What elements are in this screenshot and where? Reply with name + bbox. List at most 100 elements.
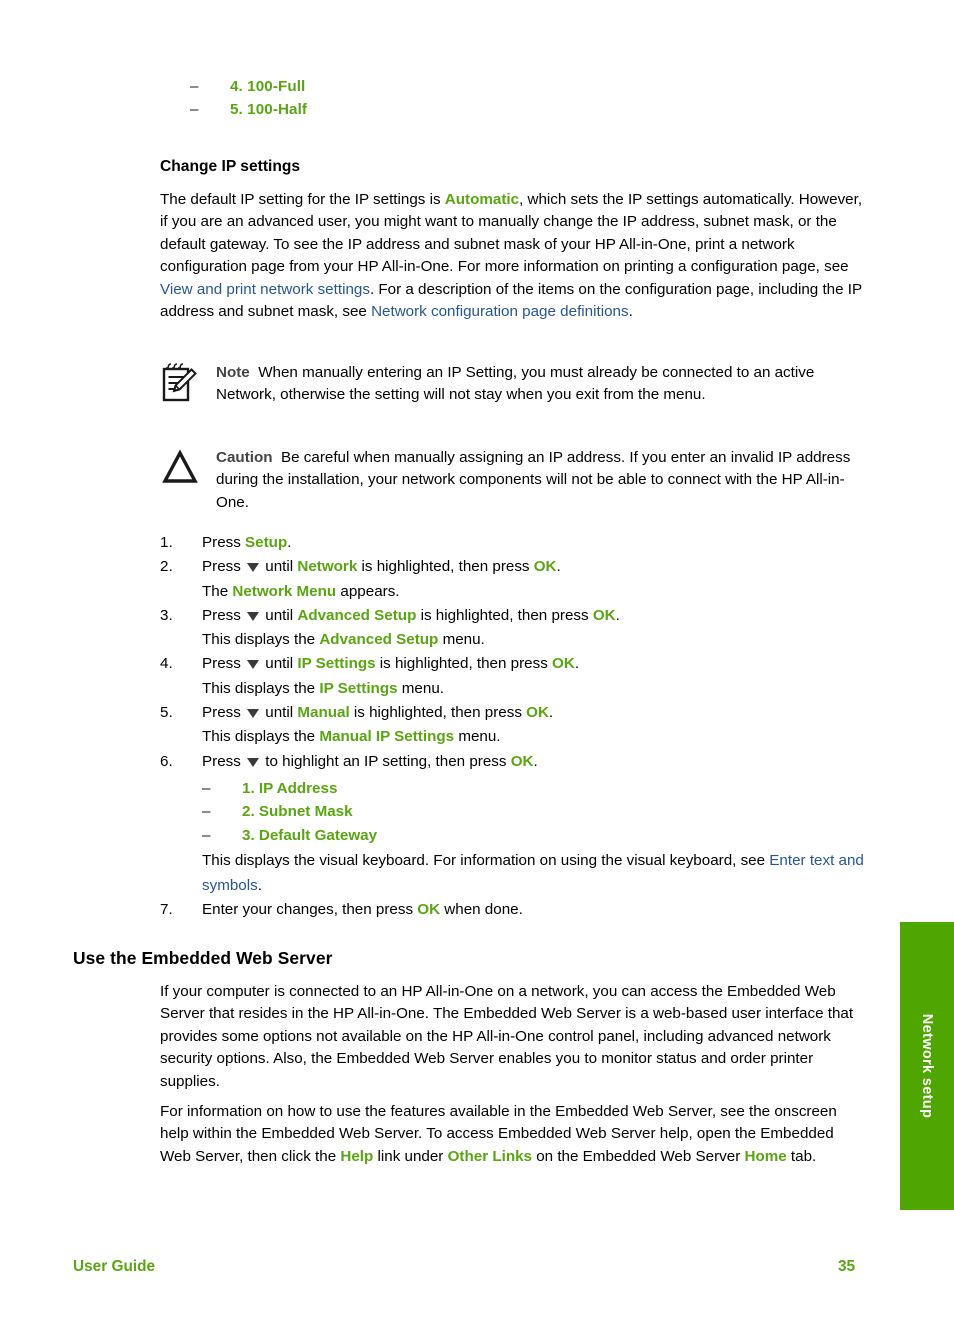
note-text: When manually entering an IP Setting, yo… [216, 364, 815, 404]
text-run: . [556, 558, 561, 576]
text-run: until [261, 606, 298, 624]
step-result-text: This displays the IP Settings menu. [202, 677, 872, 701]
down-arrow-icon [247, 563, 260, 573]
ui-term: OK [533, 558, 557, 576]
ui-term: OK [510, 752, 534, 770]
text-run: is highlighted, then press [416, 606, 593, 624]
list-item: – 4. 100-Full [190, 78, 790, 101]
caution-text: Be careful when manually assigning an IP… [216, 449, 851, 511]
text-run: Press [202, 752, 246, 770]
step-result-text: This displays the Advanced Setup menu. [202, 628, 872, 652]
text-run: is highlighted, then press [357, 558, 534, 576]
step-result-text: This displays the Manual IP Settings men… [202, 725, 872, 749]
ui-term-other-links: Other Links [447, 1147, 532, 1165]
caution-admonition: Caution Be careful when manually assigni… [160, 447, 872, 514]
down-arrow-icon [247, 611, 260, 621]
procedure-step: 6. Press to highlight an IP setting, then… [160, 750, 872, 898]
dash-bullet-icon: – [190, 101, 199, 118]
text-run: link under [373, 1147, 448, 1165]
list-item: – 2. Subnet Mask [202, 800, 872, 824]
text-run: This displays the [202, 631, 320, 649]
procedure-step: 2. Press until Network is highlighted, th… [160, 555, 872, 604]
side-tab-network-setup: Network setup [900, 922, 954, 1210]
step-body: Press Setup. [202, 531, 872, 555]
step-text: Press until IP Settings is highlighted, … [202, 652, 872, 676]
text-run: Press [202, 534, 246, 551]
text-run: . [574, 655, 580, 673]
option-label: 5. 100-Half [230, 101, 308, 118]
text-run: until [261, 558, 298, 576]
step-body: Press until Advanced Setup is highlighte… [202, 604, 872, 653]
footer-page-number: 35 [838, 1258, 856, 1275]
text-run: Press [202, 704, 246, 722]
ui-term: Manual IP Settings [319, 728, 455, 746]
text-run: until [261, 655, 298, 673]
step-number: 4. [160, 655, 173, 673]
note-admonition: Note When manually entering an IP Settin… [160, 362, 872, 410]
down-arrow-icon [247, 757, 260, 767]
dash-bullet-icon: – [202, 803, 211, 821]
step-text: Enter your changes, then press OK when d… [202, 898, 872, 922]
document-page: – 4. 100-Full – 5. 100-Half Change IP se… [0, 0, 954, 1321]
text-run: . [533, 752, 538, 770]
step-number: 2. [160, 558, 173, 576]
ui-term-help: Help [340, 1147, 374, 1165]
text-run: Enter your changes, then press [202, 901, 418, 919]
text-run: when done. [440, 901, 523, 919]
down-arrow-icon [247, 660, 260, 670]
ui-term: Advanced Setup [319, 631, 439, 649]
text-run: is highlighted, then press [375, 655, 553, 673]
list-item: – 1. IP Address [202, 777, 872, 801]
ui-term: Manual [297, 704, 350, 722]
caution-body: Caution Be careful when manually assigni… [216, 447, 872, 514]
step-note-text: This displays the visual keyboard. For i… [202, 849, 872, 898]
dash-bullet-icon: – [202, 826, 211, 844]
text-run: This displays the visual keyboard. For i… [202, 852, 770, 870]
down-arrow-icon [247, 709, 260, 719]
dash-bullet-icon: – [202, 779, 211, 797]
text-run: . [628, 303, 633, 321]
text-run: until [261, 704, 298, 722]
cross-reference-link[interactable]: Network configuration page definitions [371, 303, 629, 320]
section-heading-change-ip: Change IP settings [160, 158, 301, 175]
ui-term-home: Home [744, 1147, 787, 1165]
ui-term: Network [297, 558, 358, 576]
ui-term: Network Menu [232, 582, 337, 600]
text-run: Press [202, 655, 246, 673]
text-run: Press [202, 558, 246, 576]
step-text: Press until Network is highlighted, then… [202, 555, 872, 579]
paragraph-intro: The default IP setting for the IP settin… [160, 189, 872, 323]
step-text: Press until Advanced Setup is highlighte… [202, 604, 872, 628]
text-run: . [548, 704, 554, 722]
text-run: menu. [454, 728, 501, 746]
step-body: Press to highlight an IP setting, then p… [202, 750, 872, 898]
step-number: 7. [160, 901, 173, 919]
step-body: Press until Manual is highlighted, then … [202, 701, 872, 750]
ui-term: Setup [245, 534, 288, 551]
text-run: is highlighted, then press [349, 704, 527, 722]
option-label: 3. Default Gateway [242, 826, 378, 844]
text-run: to highlight an IP setting, then press [261, 752, 511, 770]
ui-term: Advanced Setup [297, 606, 417, 624]
step-text: Press to highlight an IP setting, then p… [202, 750, 872, 774]
text-run: . [287, 534, 292, 551]
cross-reference-link[interactable]: View and print network settings [160, 281, 370, 298]
procedure-step: 3. Press until Advanced Setup is highligh… [160, 604, 872, 653]
procedure-step: 4. Press until IP Settings is highlighted… [160, 652, 872, 701]
option-label: 1. IP Address [242, 779, 338, 797]
note-body: Note When manually entering an IP Settin… [216, 362, 872, 410]
step-number: 1. [160, 534, 173, 551]
caution-label: Caution [216, 449, 273, 466]
step-number: 3. [160, 606, 173, 624]
step-text: Press Setup. [202, 531, 872, 555]
list-item: – 3. Default Gateway [202, 824, 872, 848]
ui-term: OK [417, 901, 441, 919]
text-run: This displays the [202, 728, 320, 746]
ui-term: OK [526, 704, 549, 722]
text-run: tab. [786, 1147, 817, 1165]
step-body: Press until Network is highlighted, then… [202, 555, 872, 604]
text-run: Press [202, 606, 246, 624]
step-text: Press until Manual is highlighted, then … [202, 701, 872, 725]
side-tab-label: Network setup [919, 1013, 935, 1119]
procedure-step: 1. Press Setup. [160, 531, 872, 555]
